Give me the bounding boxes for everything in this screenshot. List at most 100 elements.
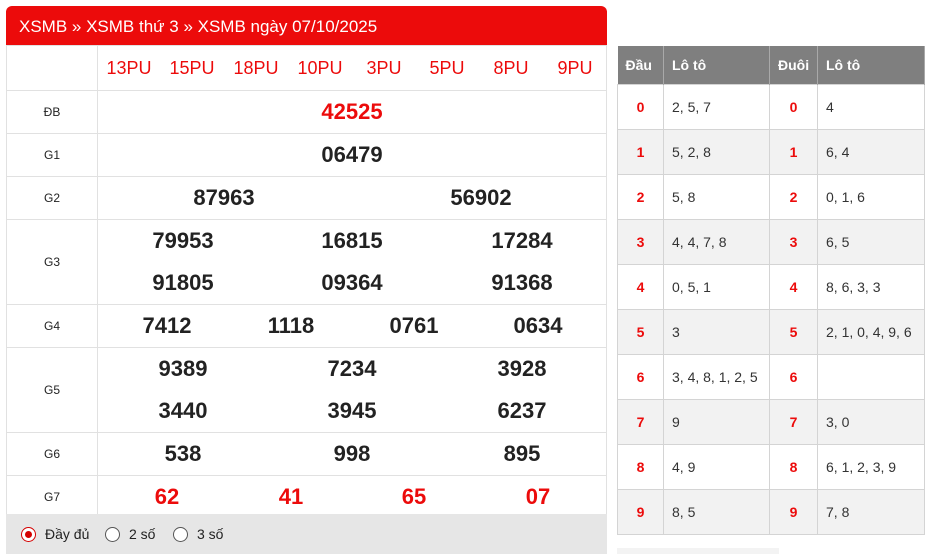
prize-label: G6 bbox=[6, 432, 98, 476]
prize-number: 3945 bbox=[327, 398, 377, 423]
dau-key: 8 bbox=[617, 443, 664, 490]
dau-values: 0, 5, 1 bbox=[663, 263, 770, 310]
prize-row-g5: G5 9389 7234 3928 3440 3945 6237 bbox=[6, 347, 607, 433]
option-full[interactable]: Đầy đủ bbox=[21, 526, 89, 542]
prize-label: G7 bbox=[6, 475, 98, 519]
code-label: 15PU bbox=[169, 58, 215, 78]
radio-button-full[interactable] bbox=[21, 526, 36, 542]
special-prize-number: 42525 bbox=[321, 99, 383, 124]
prize-number: 1118 bbox=[267, 313, 315, 338]
loto-row: 1 5, 2, 8 1 6, 4 bbox=[617, 128, 925, 175]
duoi-values: 0, 1, 6 bbox=[817, 173, 925, 220]
duoi-values: 6, 1, 2, 3, 9 bbox=[817, 443, 925, 490]
dau-values: 4, 9 bbox=[663, 443, 770, 490]
duoi-key: 4 bbox=[769, 263, 818, 310]
loto-row: 7 9 7 3, 0 bbox=[617, 398, 925, 445]
dau-key: 2 bbox=[617, 173, 664, 220]
prize-number: 895 bbox=[503, 441, 541, 466]
prize-number: 17284 bbox=[491, 228, 553, 253]
option-2-digits[interactable]: 2 số bbox=[105, 526, 155, 542]
prize-number: 91805 bbox=[152, 270, 214, 295]
prize-number: 0634 bbox=[513, 313, 563, 338]
dau-key: 5 bbox=[617, 308, 664, 355]
breadcrumb: XSMB » XSMB thứ 3 » XSMB ngày 07/10/2025 bbox=[6, 6, 607, 45]
dau-values: 9 bbox=[663, 398, 770, 445]
prize-row-g2: G2 87963 56902 bbox=[6, 176, 607, 220]
dau-key: 9 bbox=[617, 488, 664, 535]
duoi-values: 7, 8 bbox=[817, 488, 925, 535]
dau-key: 4 bbox=[617, 263, 664, 310]
header-dau: Đầu bbox=[617, 46, 664, 84]
prize-number: 09364 bbox=[321, 270, 383, 295]
loto-row: 3 4, 4, 7, 8 3 6, 5 bbox=[617, 218, 925, 265]
duoi-key: 7 bbox=[769, 398, 818, 445]
prize-number: 9389 bbox=[158, 356, 208, 381]
prize-number: 3440 bbox=[158, 398, 208, 423]
duoi-values: 4 bbox=[817, 83, 925, 130]
header-duoi: Đuôi bbox=[769, 46, 818, 84]
loto-row: 2 5, 8 2 0, 1, 6 bbox=[617, 173, 925, 220]
prize-number: 62 bbox=[154, 484, 180, 509]
duoi-key: 6 bbox=[769, 353, 818, 400]
dau-values: 8, 5 bbox=[663, 488, 770, 535]
prize-label: G2 bbox=[6, 176, 98, 220]
option-label: 2 số bbox=[129, 526, 156, 542]
code-label: 10PU bbox=[297, 58, 343, 78]
loto-row: 6 3, 4, 8, 1, 2, 5 6 bbox=[617, 353, 925, 400]
prize-number: 3928 bbox=[497, 356, 547, 381]
loto-row: 5 3 5 2, 1, 0, 4, 9, 6 bbox=[617, 308, 925, 355]
dau-key: 0 bbox=[617, 83, 664, 130]
code-label: 18PU bbox=[233, 58, 279, 78]
dau-values: 3, 4, 8, 1, 2, 5 bbox=[663, 353, 770, 400]
prize-number: 998 bbox=[333, 441, 371, 466]
radio-button-2-digits[interactable] bbox=[105, 526, 120, 542]
dau-key: 7 bbox=[617, 398, 664, 445]
prize-row-g1: G1 06479 bbox=[6, 133, 607, 177]
code-label: 8PU bbox=[493, 58, 529, 78]
prize-row-g4: G4 7412 1118 0761 0634 bbox=[6, 304, 607, 348]
dau-key: 3 bbox=[617, 218, 664, 265]
duoi-values: 6, 5 bbox=[817, 218, 925, 265]
prize-number: 91368 bbox=[491, 270, 553, 295]
prize-number: 06479 bbox=[321, 142, 383, 167]
header-loto: Lô tô bbox=[817, 46, 925, 84]
code-label: 13PU bbox=[106, 58, 152, 78]
codes-row: 13PU 15PU 18PU 10PU 3PU 5PU 8PU 9PU bbox=[6, 45, 607, 91]
option-3-digits[interactable]: 3 số bbox=[173, 526, 223, 542]
duoi-key: 0 bbox=[769, 83, 818, 130]
display-options: Đầy đủ 2 số 3 số bbox=[6, 514, 607, 554]
duoi-key: 1 bbox=[769, 128, 818, 175]
dau-values: 5, 2, 8 bbox=[663, 128, 770, 175]
code-label: 9PU bbox=[557, 58, 593, 78]
prize-number: 07 bbox=[525, 484, 551, 509]
duoi-key: 2 bbox=[769, 173, 818, 220]
duoi-values: 8, 6, 3, 3 bbox=[817, 263, 925, 310]
prize-label: G5 bbox=[6, 347, 98, 433]
prize-row-db: ĐB 42525 bbox=[6, 90, 607, 134]
prize-number: 0761 bbox=[389, 313, 439, 338]
radio-button-3-digits[interactable] bbox=[173, 526, 188, 542]
dau-values: 4, 4, 7, 8 bbox=[663, 218, 770, 265]
prize-row-g3: G3 79953 16815 17284 91805 09364 91368 bbox=[6, 219, 607, 305]
duoi-key: 5 bbox=[769, 308, 818, 355]
prize-number: 6237 bbox=[497, 398, 547, 423]
duoi-values: 2, 1, 0, 4, 9, 6 bbox=[817, 308, 925, 355]
prize-label: G3 bbox=[6, 219, 98, 305]
prize-number: 7234 bbox=[327, 356, 377, 381]
prize-number: 7412 bbox=[142, 313, 192, 338]
prize-row-g6: G6 538 998 895 bbox=[6, 432, 607, 476]
duoi-key: 8 bbox=[769, 443, 818, 490]
loto-header-row: Đầu Lô tô Đuôi Lô tô bbox=[617, 46, 925, 84]
prize-number: 538 bbox=[164, 441, 202, 466]
prize-number: 41 bbox=[278, 484, 304, 509]
prize-row-g7: G7 62 41 65 07 bbox=[6, 475, 607, 519]
prize-label: G1 bbox=[6, 133, 98, 177]
dau-values: 5, 8 bbox=[663, 173, 770, 220]
code-label: 3PU bbox=[366, 58, 402, 78]
duoi-key: 9 bbox=[769, 488, 818, 535]
duoi-key: 3 bbox=[769, 218, 818, 265]
loto-row: 9 8, 5 9 7, 8 bbox=[617, 488, 925, 535]
results-table: 13PU 15PU 18PU 10PU 3PU 5PU 8PU 9PU ĐB 4… bbox=[6, 45, 607, 519]
dau-values: 2, 5, 7 bbox=[663, 83, 770, 130]
results-panel: XSMB » XSMB thứ 3 » XSMB ngày 07/10/2025… bbox=[6, 6, 607, 554]
